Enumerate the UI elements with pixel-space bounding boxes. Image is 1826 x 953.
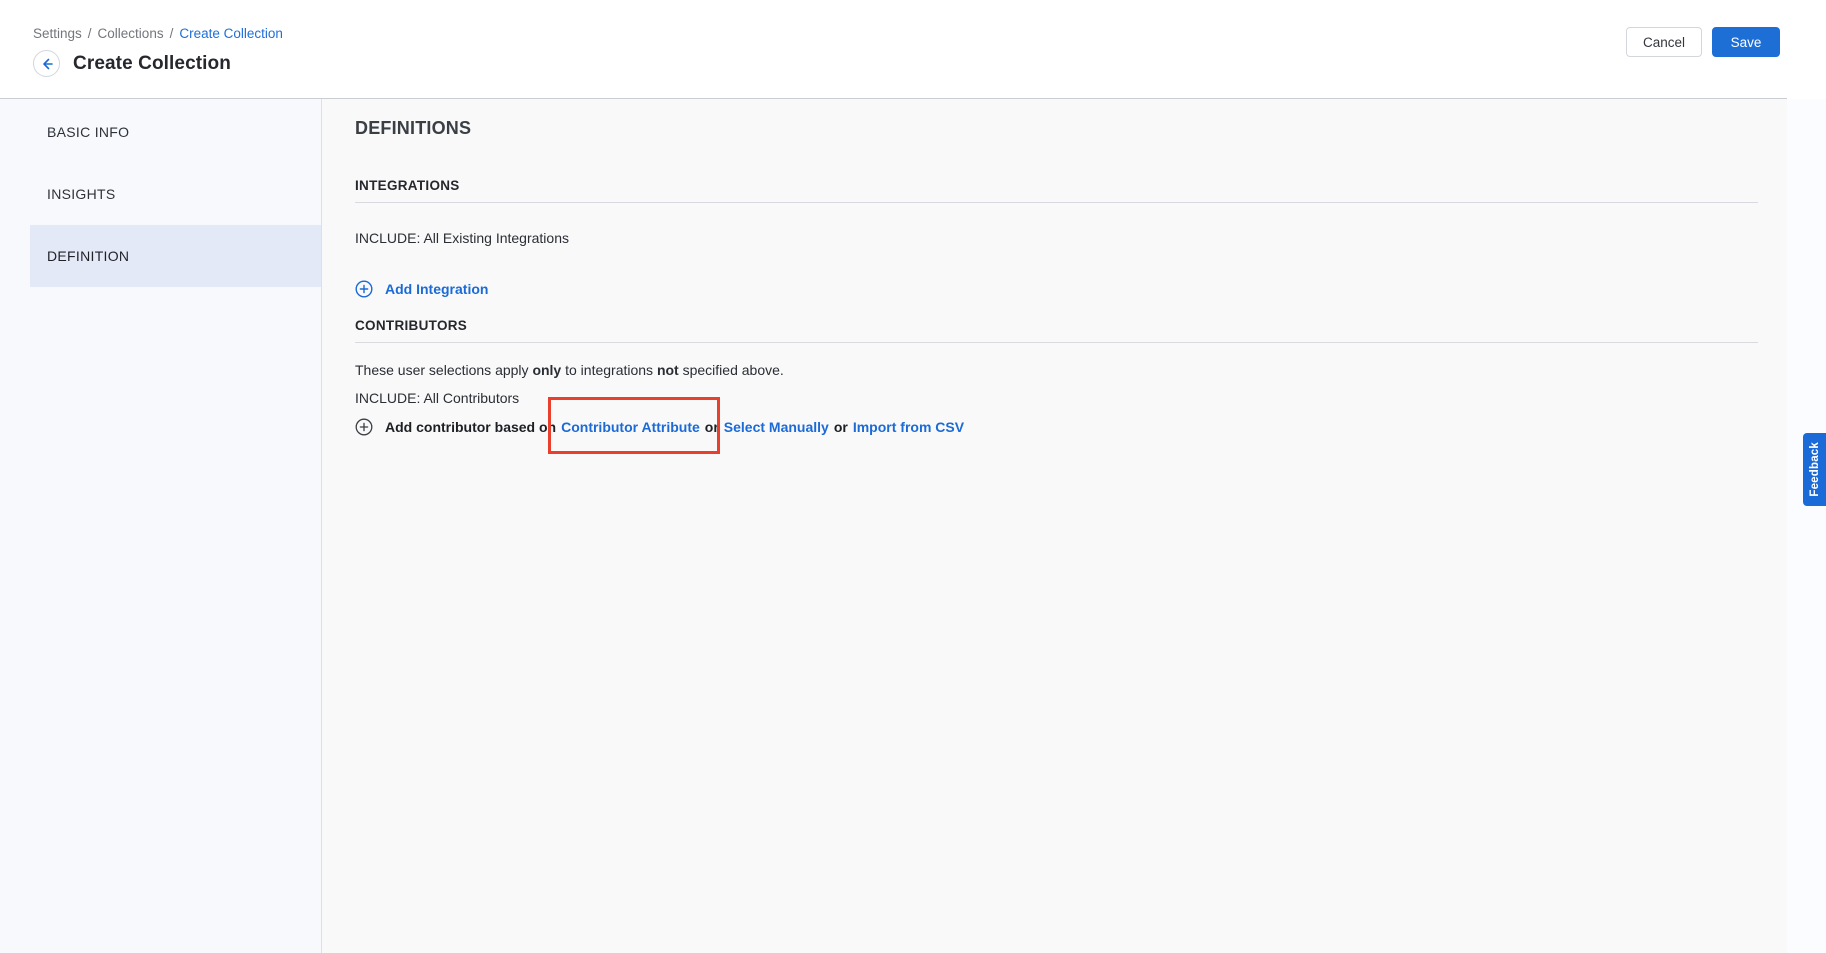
select-manually-link[interactable]: Select Manually: [724, 419, 829, 436]
add-contributor-prefix: Add contributor based on: [385, 419, 556, 436]
cancel-button[interactable]: Cancel: [1626, 27, 1702, 57]
note-bold-only: only: [532, 362, 561, 378]
note-bold-not: not: [657, 362, 679, 378]
contributors-include-text: INCLUDE: All Contributors: [355, 390, 1758, 407]
or-word: or: [705, 419, 719, 436]
header-actions: Cancel Save: [1626, 27, 1780, 57]
contributor-attribute-link[interactable]: Contributor Attribute: [561, 419, 700, 436]
feedback-label: Feedback: [1809, 442, 1821, 497]
note-text: to integrations: [561, 362, 657, 378]
integrations-section-header: INTEGRATIONS: [355, 179, 1758, 203]
back-button[interactable]: [33, 50, 60, 77]
back-arrow-icon: [40, 57, 54, 71]
page-title: Create Collection: [73, 53, 231, 75]
breadcrumb-separator: /: [170, 26, 174, 41]
sidebar-item-definition[interactable]: DEFINITION: [30, 225, 321, 287]
save-button[interactable]: Save: [1712, 27, 1780, 57]
contributor-attribute-label: Contributor Attribute: [561, 419, 700, 435]
contributors-section-header: CONTRIBUTORS: [355, 319, 1758, 343]
add-contributor-row: Add contributor based on Contributor Att…: [355, 418, 964, 436]
add-integration-label: Add Integration: [385, 281, 488, 297]
feedback-tab[interactable]: Feedback: [1803, 433, 1826, 506]
breadcrumb-collections[interactable]: Collections: [98, 26, 164, 41]
integrations-include-text: INCLUDE: All Existing Integrations: [355, 230, 1758, 247]
main-content: DEFINITIONS INTEGRATIONS INCLUDE: All Ex…: [322, 99, 1787, 953]
title-bar: Create Collection: [33, 50, 231, 77]
note-text: These user selections apply: [355, 362, 532, 378]
breadcrumb: Settings / Collections / Create Collecti…: [33, 26, 283, 41]
add-integration-button[interactable]: Add Integration: [355, 280, 488, 298]
sidebar-item-insights[interactable]: INSIGHTS: [30, 163, 321, 225]
sidebar-item-basic-info[interactable]: BASIC INFO: [30, 101, 321, 163]
import-from-csv-link[interactable]: Import from CSV: [853, 419, 964, 436]
or-word: or: [834, 419, 848, 436]
breadcrumb-current[interactable]: Create Collection: [179, 26, 283, 41]
plus-circle-icon: [355, 418, 373, 436]
note-text: specified above.: [679, 362, 784, 378]
contributors-note: These user selections apply only to inte…: [355, 362, 1758, 379]
breadcrumb-separator: /: [88, 26, 92, 41]
breadcrumb-settings[interactable]: Settings: [33, 26, 82, 41]
page-header: Settings / Collections / Create Collecti…: [0, 0, 1826, 99]
plus-circle-icon: [355, 280, 373, 298]
definitions-heading: DEFINITIONS: [355, 118, 1758, 138]
sidebar: BASIC INFO INSIGHTS DEFINITION: [0, 99, 322, 953]
